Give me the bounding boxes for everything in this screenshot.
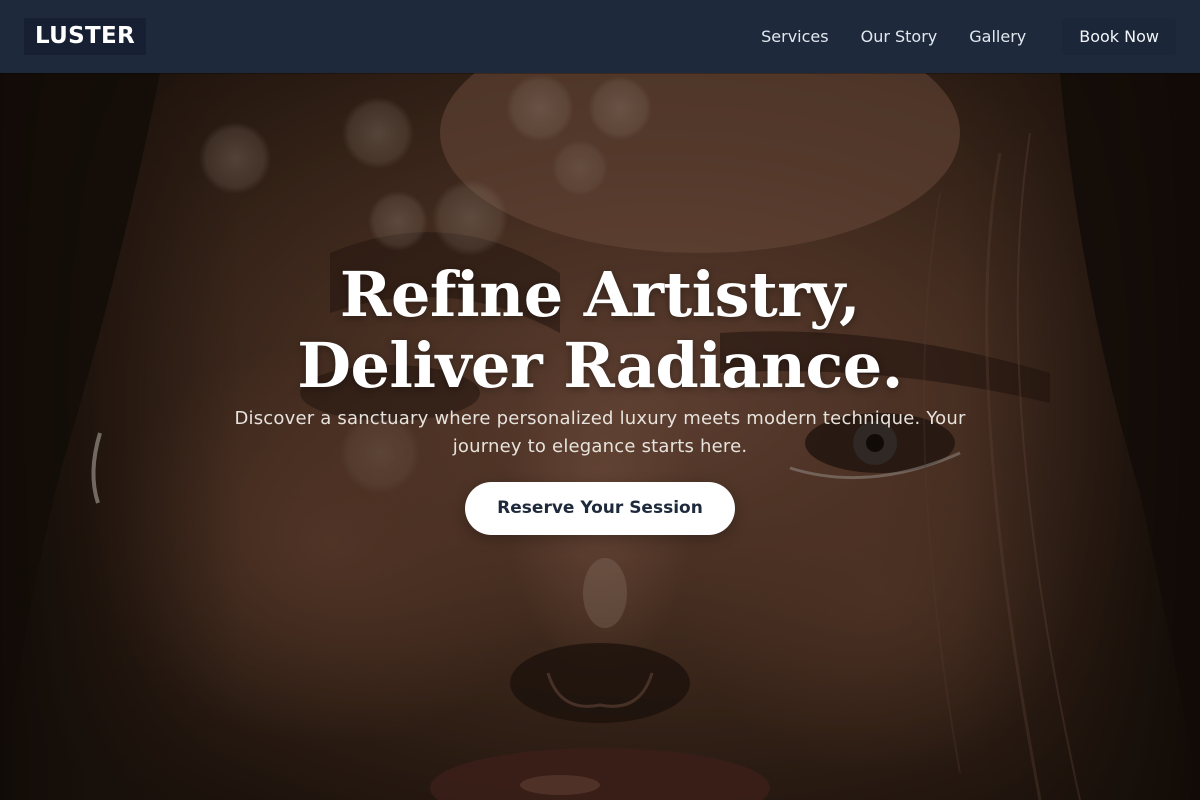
hero-subtext: Discover a sanctuary where personalized … [234, 408, 966, 457]
headline-line-1: Refine Artistry, [339, 258, 861, 331]
book-now-button[interactable]: Book Now [1062, 18, 1176, 55]
nav-link-services[interactable]: Services [761, 27, 828, 46]
nav-link-our-story[interactable]: Our Story [861, 27, 938, 46]
site-header: LUSTER Services Our Story Gallery Book N… [0, 0, 1200, 73]
hero-headline: Refine Artistry, Deliver Radiance. [0, 259, 1200, 401]
logo[interactable]: LUSTER [24, 18, 146, 55]
nav-link-gallery[interactable]: Gallery [969, 27, 1026, 46]
reserve-session-button[interactable]: Reserve Your Session [465, 482, 735, 535]
hero-content: Refine Artistry, Deliver Radiance. Disco… [0, 259, 1200, 535]
headline-line-2: Deliver Radiance. [297, 329, 903, 402]
hero-section: Refine Artistry, Deliver Radiance. Disco… [0, 73, 1200, 800]
main-nav: Services Our Story Gallery Book Now [761, 18, 1176, 55]
